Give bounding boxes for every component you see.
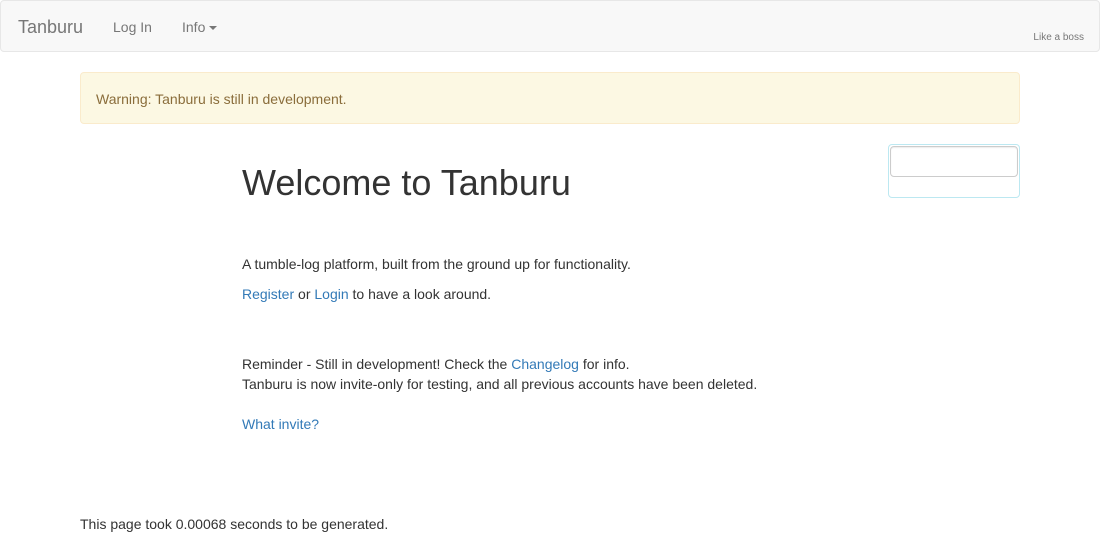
- nav-info-label: Info: [182, 19, 206, 35]
- page-title: Welcome to Tanburu: [242, 162, 571, 203]
- platform-description: A tumble-log platform, built from the gr…: [242, 256, 631, 272]
- changelog-link[interactable]: Changelog: [511, 356, 579, 372]
- or-text: or: [294, 286, 315, 302]
- nav-info-dropdown[interactable]: Info: [182, 18, 218, 36]
- navbar-tagline: Like a boss: [1033, 32, 1084, 43]
- what-invite-line: What invite?: [242, 414, 319, 434]
- what-invite-link[interactable]: What invite?: [242, 416, 319, 432]
- reminder-line: Reminder - Still in development! Check t…: [242, 354, 630, 374]
- page-generation-footer: This page took 0.00068 seconds to be gen…: [80, 516, 389, 532]
- register-login-line: Register or Login to have a look around.: [242, 284, 491, 304]
- register-link[interactable]: Register: [242, 286, 294, 302]
- login-link[interactable]: Login: [314, 286, 348, 302]
- side-panel-field[interactable]: [890, 146, 1018, 177]
- alert-text: Warning: Tanburu is still in development…: [96, 91, 347, 107]
- reminder-suffix: for info.: [578, 356, 630, 372]
- reminder-prefix: Reminder - Still in development! Check t…: [242, 356, 512, 372]
- look-around-text: to have a look around.: [348, 286, 492, 302]
- invite-only-notice: Tanburu is now invite-only for testing, …: [242, 376, 758, 392]
- nav-login-link[interactable]: Log In: [113, 18, 152, 36]
- side-panel: [888, 144, 1020, 198]
- top-navbar: Tanburu Log In Info Like a boss: [0, 0, 1100, 52]
- brand-logo[interactable]: Tanburu: [18, 16, 83, 38]
- development-warning-alert: Warning: Tanburu is still in development…: [80, 72, 1020, 124]
- caret-down-icon: [209, 26, 218, 31]
